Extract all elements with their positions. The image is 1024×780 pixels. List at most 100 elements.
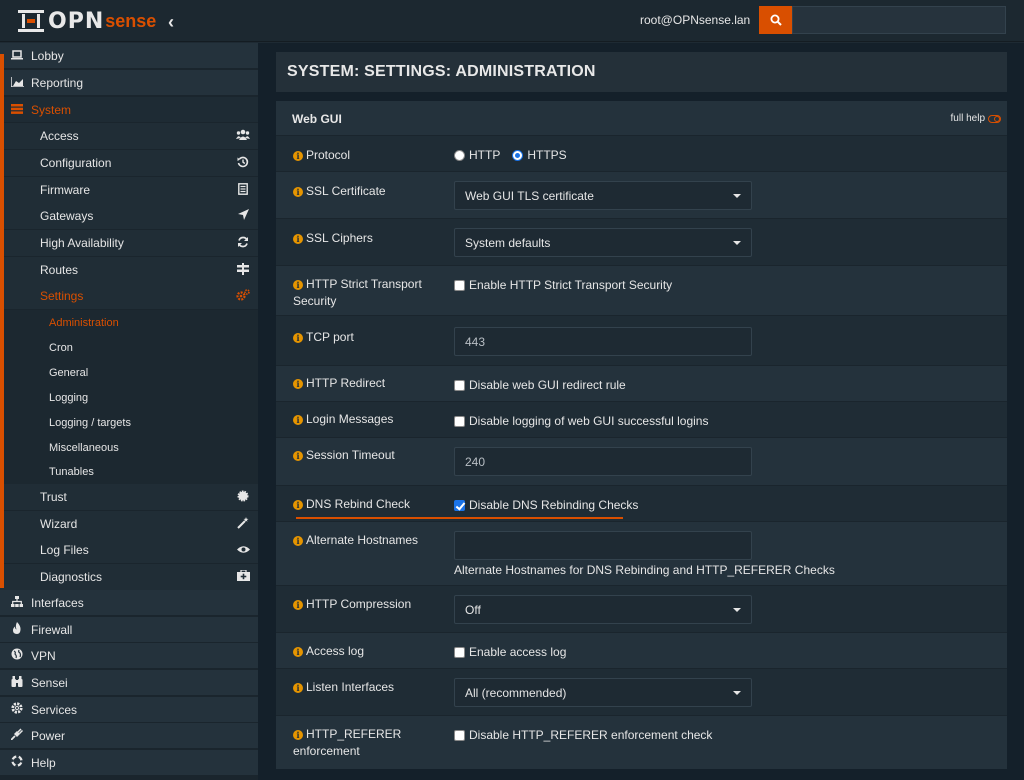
sidebar-item-power[interactable]: Power bbox=[0, 723, 258, 749]
listen-interfaces-select[interactable]: All (recommended) bbox=[454, 678, 752, 707]
sidebar-item-label: Firewall bbox=[31, 622, 73, 637]
http-redirect-checkbox[interactable]: Disable web GUI redirect rule bbox=[454, 378, 626, 392]
sidebar-item-settings[interactable]: Settings bbox=[0, 283, 258, 309]
protocol-label[interactable]: i Protocol bbox=[293, 147, 443, 164]
http-redirect-label[interactable]: i HTTP Redirect bbox=[293, 375, 443, 392]
sidebar-item-log-files[interactable]: Log Files bbox=[0, 537, 258, 563]
sidebar-item-interfaces[interactable]: Interfaces bbox=[0, 590, 258, 616]
row-access-log: i Access log Enable access log bbox=[276, 633, 1007, 669]
protocol-http-radio[interactable]: HTTP bbox=[454, 148, 500, 162]
sidebar-item-access[interactable]: Access bbox=[0, 123, 258, 149]
full-help-toggle[interactable]: full help bbox=[951, 113, 1001, 124]
caret-down-icon bbox=[733, 608, 741, 612]
sidebar-item-lobby[interactable]: Lobby bbox=[0, 43, 258, 69]
sidebar-item-label: Configuration bbox=[40, 156, 112, 170]
label-text: Login Messages bbox=[306, 412, 394, 426]
http-compression-select[interactable]: Off bbox=[454, 595, 752, 624]
dns-rebind-checkbox[interactable]: Disable DNS Rebinding Checks bbox=[454, 498, 638, 512]
listen-interfaces-label[interactable]: i Listen Interfaces bbox=[293, 679, 443, 696]
globe-icon bbox=[10, 648, 24, 663]
checkbox-label: Disable web GUI redirect rule bbox=[469, 378, 626, 392]
alternate-hostnames-input[interactable] bbox=[454, 531, 752, 560]
collapse-sidebar-icon[interactable]: ‹ bbox=[168, 12, 174, 33]
label-text: Session Timeout bbox=[306, 448, 395, 462]
sidebar-item-routes[interactable]: Routes bbox=[0, 257, 258, 283]
opnsense-logo[interactable]: OPN sense bbox=[18, 9, 156, 34]
tcp-port-label[interactable]: i TCP port bbox=[293, 329, 443, 346]
info-icon: i bbox=[293, 280, 303, 290]
access-log-label[interactable]: i Access log bbox=[293, 643, 443, 660]
sidebar-item-tunables[interactable]: Tunables bbox=[0, 459, 258, 484]
sidebar-item-wizard[interactable]: Wizard bbox=[0, 511, 258, 537]
access-log-checkbox[interactable]: Enable access log bbox=[454, 645, 566, 659]
sidebar-item-miscellaneous[interactable]: Miscellaneous bbox=[0, 435, 258, 460]
alternate-hostnames-label[interactable]: i Alternate Hostnames bbox=[293, 532, 443, 549]
label-text: Access log bbox=[306, 644, 365, 658]
hsts-label[interactable]: i HTTP Strict Transport Security bbox=[293, 276, 443, 310]
row-tcp-port: i TCP port 443 bbox=[276, 316, 1007, 366]
sidebar-item-firmware[interactable]: Firmware bbox=[0, 177, 258, 203]
info-icon: i bbox=[293, 536, 303, 546]
row-session-timeout: i Session Timeout 240 bbox=[276, 438, 1007, 486]
life-ring-icon bbox=[10, 755, 24, 770]
sidebar-item-label: VPN bbox=[31, 648, 56, 663]
signpost-icon bbox=[236, 262, 250, 278]
sidebar-item-logging-targets[interactable]: Logging / targets bbox=[0, 410, 258, 435]
sidebar-item-trust[interactable]: Trust bbox=[0, 484, 258, 510]
tcp-port-input[interactable]: 443 bbox=[454, 327, 752, 356]
toggle-icon bbox=[988, 114, 1001, 123]
http-compression-label[interactable]: i HTTP Compression bbox=[293, 596, 443, 613]
search-input[interactable] bbox=[792, 6, 1006, 34]
checkbox-box bbox=[454, 379, 465, 391]
session-timeout-input[interactable]: 240 bbox=[454, 447, 752, 476]
ssl-certificate-label[interactable]: i SSL Certificate bbox=[293, 183, 443, 200]
sidebar-item-system[interactable]: System bbox=[0, 97, 258, 123]
sidebar-item-label: Help bbox=[31, 755, 56, 770]
search-button[interactable] bbox=[759, 6, 792, 34]
sidebar-item-services[interactable]: Services bbox=[0, 697, 258, 723]
cogs-icon bbox=[236, 288, 250, 304]
server-icon bbox=[10, 103, 24, 117]
sidebar-item-label: Wizard bbox=[40, 517, 78, 531]
sidebar-item-configuration[interactable]: Configuration bbox=[0, 150, 258, 176]
sidebar-item-diagnostics[interactable]: Diagnostics bbox=[0, 564, 258, 590]
sidebar-item-vpn[interactable]: VPN bbox=[0, 643, 258, 669]
sidebar-item-logging[interactable]: Logging bbox=[0, 385, 258, 410]
sidebar-item-label: Services bbox=[31, 702, 78, 717]
checkbox-box bbox=[454, 646, 465, 658]
sidebar-item-sensei[interactable]: Sensei bbox=[0, 670, 258, 696]
ssl-ciphers-label[interactable]: i SSL Ciphers bbox=[293, 230, 443, 247]
protocol-https-radio[interactable]: HTTPS bbox=[512, 148, 567, 162]
http-referer-label[interactable]: i HTTP_REFERER enforcement bbox=[293, 726, 443, 760]
sidebar-item-general[interactable]: General bbox=[0, 360, 258, 385]
hsts-checkbox[interactable]: Enable HTTP Strict Transport Security bbox=[454, 278, 672, 292]
sidebar-item-gateways[interactable]: Gateways bbox=[0, 203, 258, 229]
radio-button bbox=[454, 149, 465, 161]
checkbox-box bbox=[454, 729, 465, 741]
label-text: DNS Rebind Check bbox=[306, 497, 411, 511]
sidebar-item-label: Gateways bbox=[40, 209, 94, 223]
login-messages-label[interactable]: i Login Messages bbox=[293, 411, 443, 428]
binoculars-icon bbox=[10, 675, 24, 690]
sidebar-item-cron[interactable]: Cron bbox=[0, 335, 258, 360]
sidebar-item-firewall[interactable]: Firewall bbox=[0, 617, 258, 643]
sidebar-item-reporting[interactable]: Reporting bbox=[0, 70, 258, 96]
user-menu[interactable]: root@OPNsense.lan bbox=[640, 13, 750, 27]
checkbox-box bbox=[454, 415, 465, 427]
checkbox-label: Enable HTTP Strict Transport Security bbox=[469, 278, 673, 292]
opnsense-logo-icon bbox=[18, 10, 44, 32]
sidebar-item-help[interactable]: Help bbox=[0, 750, 258, 776]
ssl-certificate-select[interactable]: Web GUI TLS certificate bbox=[454, 181, 752, 210]
login-messages-checkbox[interactable]: Disable logging of web GUI successful lo… bbox=[454, 414, 708, 428]
ssl-ciphers-select[interactable]: System defaults bbox=[454, 228, 752, 257]
sidebar-item-administration[interactable]: Administration bbox=[0, 310, 258, 335]
dns-rebind-label[interactable]: i DNS Rebind Check bbox=[293, 496, 443, 513]
sidebar-item-high-availability[interactable]: High Availability bbox=[0, 230, 258, 256]
sidebar-item-label: Log Files bbox=[40, 543, 89, 557]
info-icon: i bbox=[293, 647, 303, 657]
fire-icon bbox=[10, 622, 24, 637]
session-timeout-label[interactable]: i Session Timeout bbox=[293, 447, 443, 464]
eye-icon bbox=[236, 543, 250, 557]
select-value: Web GUI TLS certificate bbox=[465, 188, 594, 203]
http-referer-checkbox[interactable]: Disable HTTP_REFERER enforcement check bbox=[454, 728, 712, 742]
